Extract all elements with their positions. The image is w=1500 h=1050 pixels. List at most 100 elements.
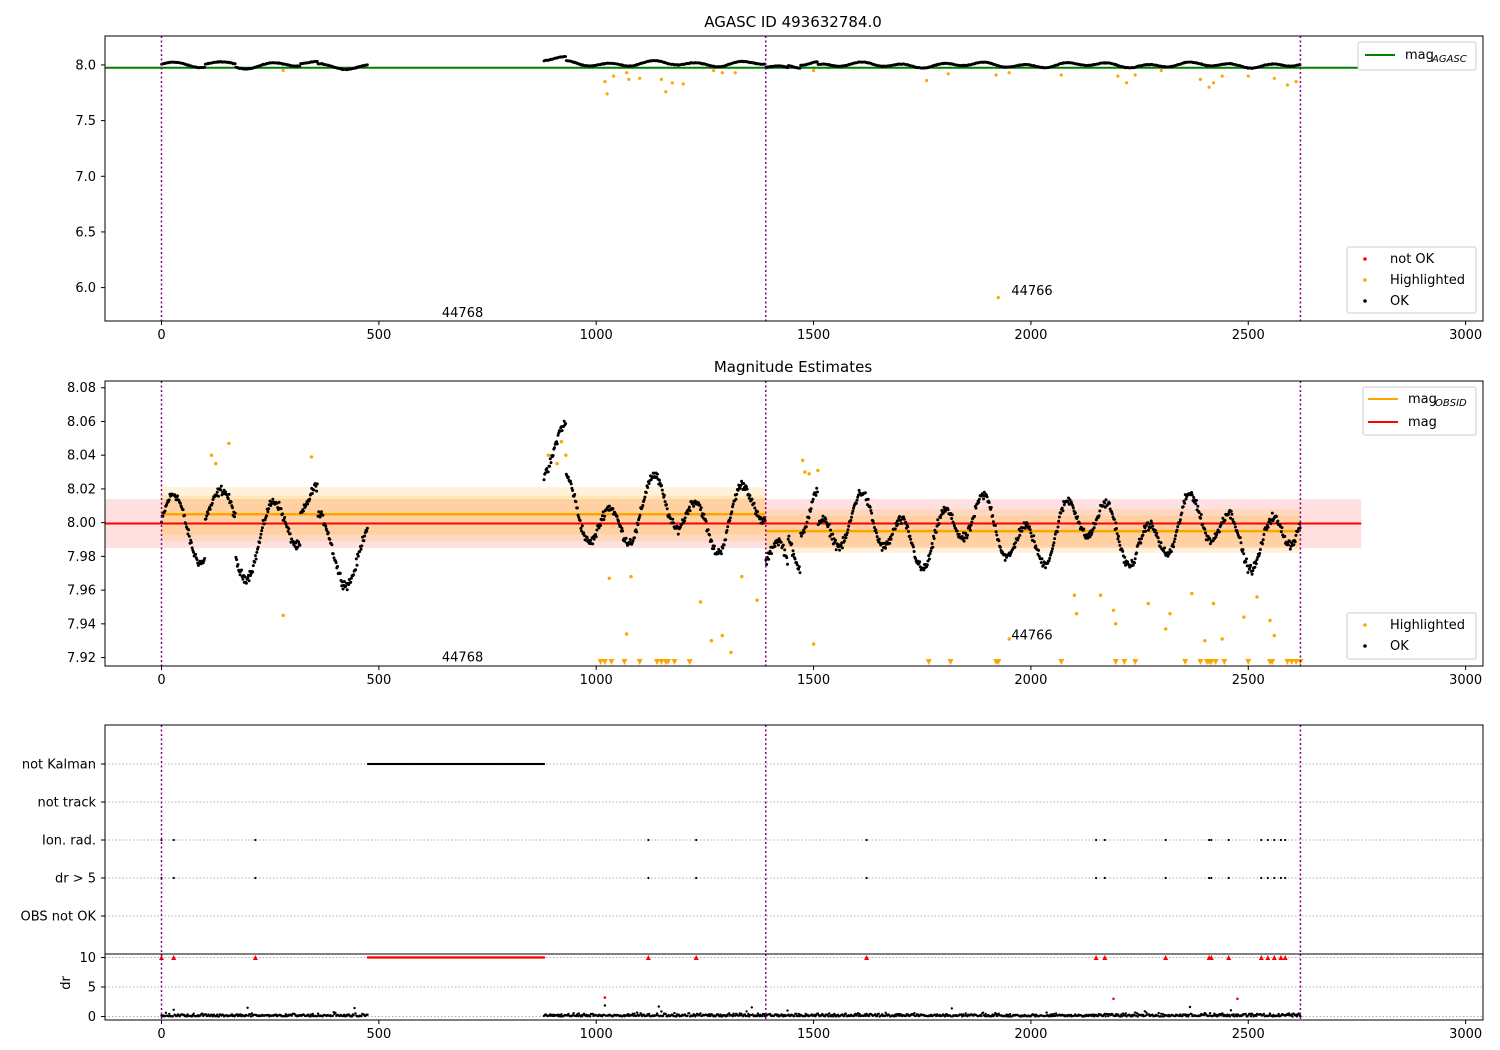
highlighted-point-p1-1: [603, 80, 607, 84]
ok-point-p2-1036: [1056, 525, 1060, 529]
ok-point-p2-1242: [1199, 513, 1203, 516]
ok-point-p2-154: [267, 507, 271, 511]
dr-ok-point-198: [246, 1006, 249, 1009]
ok-point-p2-100: [229, 500, 233, 504]
ok-point-p2-556: [722, 543, 726, 547]
ok-point-p2-1096: [1098, 509, 1102, 513]
ok-point-p2-883: [950, 517, 954, 520]
ok-point-p2-802: [893, 527, 897, 531]
ok-point-p2-1001: [1032, 534, 1036, 538]
dr-ok-point-1214: [688, 1012, 691, 1015]
ok-point-p2-1276: [1223, 518, 1227, 522]
ok-point-p2-435: [638, 513, 642, 517]
ok-point-p2-1117: [1112, 517, 1116, 521]
ok-point-p2-729: [843, 539, 846, 543]
p1-ytick-label-0: 6.0: [75, 281, 96, 296]
highlighted-point-p1-15: [925, 78, 929, 83]
dr-ok-point-1818: [950, 1007, 953, 1010]
ok-point-p2-144: [260, 529, 264, 533]
ok-point-p2-1058: [1071, 506, 1075, 510]
ok-point-p2-997: [1029, 531, 1033, 535]
ok-point-p2-727: [841, 536, 845, 539]
ok-point-p2-815: [902, 517, 906, 521]
ok-point-p2-1235: [1194, 498, 1198, 502]
panel2-title: Magnitude Estimates: [714, 358, 872, 376]
p1-ytick-label-2: 7.0: [75, 170, 96, 185]
dr-ok-point-1890: [981, 1011, 985, 1014]
ok-point-p2-646: [785, 556, 789, 560]
ok-point-p2-281: [355, 563, 359, 567]
highlighted-point-p1-25: [1198, 77, 1202, 81]
ok-point-p2-1316: [1251, 569, 1255, 573]
dr5-point-13: [1266, 876, 1269, 880]
ok-point-p2-131: [251, 570, 255, 574]
ok-point-p2-338: [571, 489, 575, 492]
ok-point-p2-828: [911, 545, 915, 549]
ok-point-p2-504: [686, 512, 690, 516]
not-kalman-point-880: [542, 762, 546, 766]
dr-ok-point-1574: [844, 1012, 847, 1015]
out-of-range-marker-15: [1058, 659, 1065, 665]
ok-point-p2-85: [219, 488, 223, 492]
dr-ok-point-1160: [664, 1012, 667, 1016]
dr5-point-9: [1208, 876, 1211, 880]
ok-point-p2-312: [553, 446, 556, 450]
ok-point-p2-937: [987, 501, 991, 504]
ok-point-p2-310: [551, 454, 555, 457]
dr-ok-point-1240: [699, 1012, 702, 1015]
dr5-point-4: [695, 876, 698, 880]
ok-point-p2-798: [891, 532, 894, 536]
ok-point-p2-1129: [1121, 549, 1125, 553]
ok-point-p2-96: [226, 497, 230, 501]
ok-point-p2-106: [233, 511, 237, 515]
p4-ytick-label-2: 10: [79, 951, 96, 966]
ok-point-p2-1028: [1051, 547, 1054, 551]
ok-point-p2-1146: [1133, 561, 1136, 565]
ok-point-p2-43: [189, 541, 193, 544]
out-of-range-marker-16: [1112, 659, 1119, 665]
ok-point-p2-1237: [1196, 504, 1200, 508]
ok-point-p2-253: [336, 565, 339, 568]
ok-point-p2-688: [814, 493, 818, 497]
ok-point-p2-722: [838, 548, 842, 552]
ok-point-p2-702: [824, 517, 828, 521]
ok-point-p2-1158: [1141, 533, 1145, 537]
ok-point-p2-1358: [1280, 526, 1284, 530]
p2-xtick-label-1500: 1500: [797, 673, 830, 688]
ok-point-p2-1362: [1283, 534, 1287, 538]
ok-point-p2-1303: [1242, 552, 1246, 556]
ok-point-p2-148: [262, 522, 266, 526]
ok-point-p2-620: [767, 557, 771, 561]
p1-ytick-label-4: 8.0: [75, 58, 96, 73]
legend-ok: OK: [1390, 294, 1409, 309]
ok-point-p2-232: [321, 513, 325, 517]
ok-point-p2-681: [809, 507, 813, 511]
dr-ok-point-1094: [635, 1011, 639, 1014]
panel-flags: not Kalman not track Ion. rad. dr > 5 OBS no…: [21, 724, 1484, 955]
ok-point-p2-759: [863, 491, 867, 495]
ok-point-p2-251: [334, 561, 338, 565]
ok-point-p2-1286: [1230, 512, 1234, 516]
ok-point-p2-766: [868, 505, 872, 509]
highlighted-point-p1-17: [994, 73, 998, 77]
panel1-title: AGASC ID 493632784.0: [704, 13, 882, 31]
ok-point-p2-5: [163, 509, 167, 513]
p2-ytick-label-8: 8.08: [67, 381, 96, 396]
ok-point-p2-117: [241, 577, 245, 581]
ok-point-p2-1114: [1110, 512, 1114, 516]
ok-point-p2-110: [236, 563, 240, 566]
ok-point-p2-739: [850, 515, 853, 519]
legend-highlighted-p2: Highlighted: [1390, 618, 1465, 633]
ion-rad-point-14: [1273, 838, 1276, 842]
highlighted-point-p2-28: [1114, 622, 1118, 626]
ok-point-p2-345: [575, 506, 579, 510]
dr-ok-point-474: [366, 1013, 369, 1016]
ion-rad-point-3: [647, 838, 650, 842]
dr5-point-2: [254, 876, 257, 880]
ion-rad-point-8: [1164, 838, 1167, 842]
ok-point-p2-359: [585, 536, 589, 539]
out-of-range-marker-2: [608, 659, 615, 665]
ok-point-p2-279: [354, 568, 358, 572]
ok-point-p2-1073: [1082, 527, 1086, 531]
highlighted-point-p1-28: [1220, 74, 1224, 78]
